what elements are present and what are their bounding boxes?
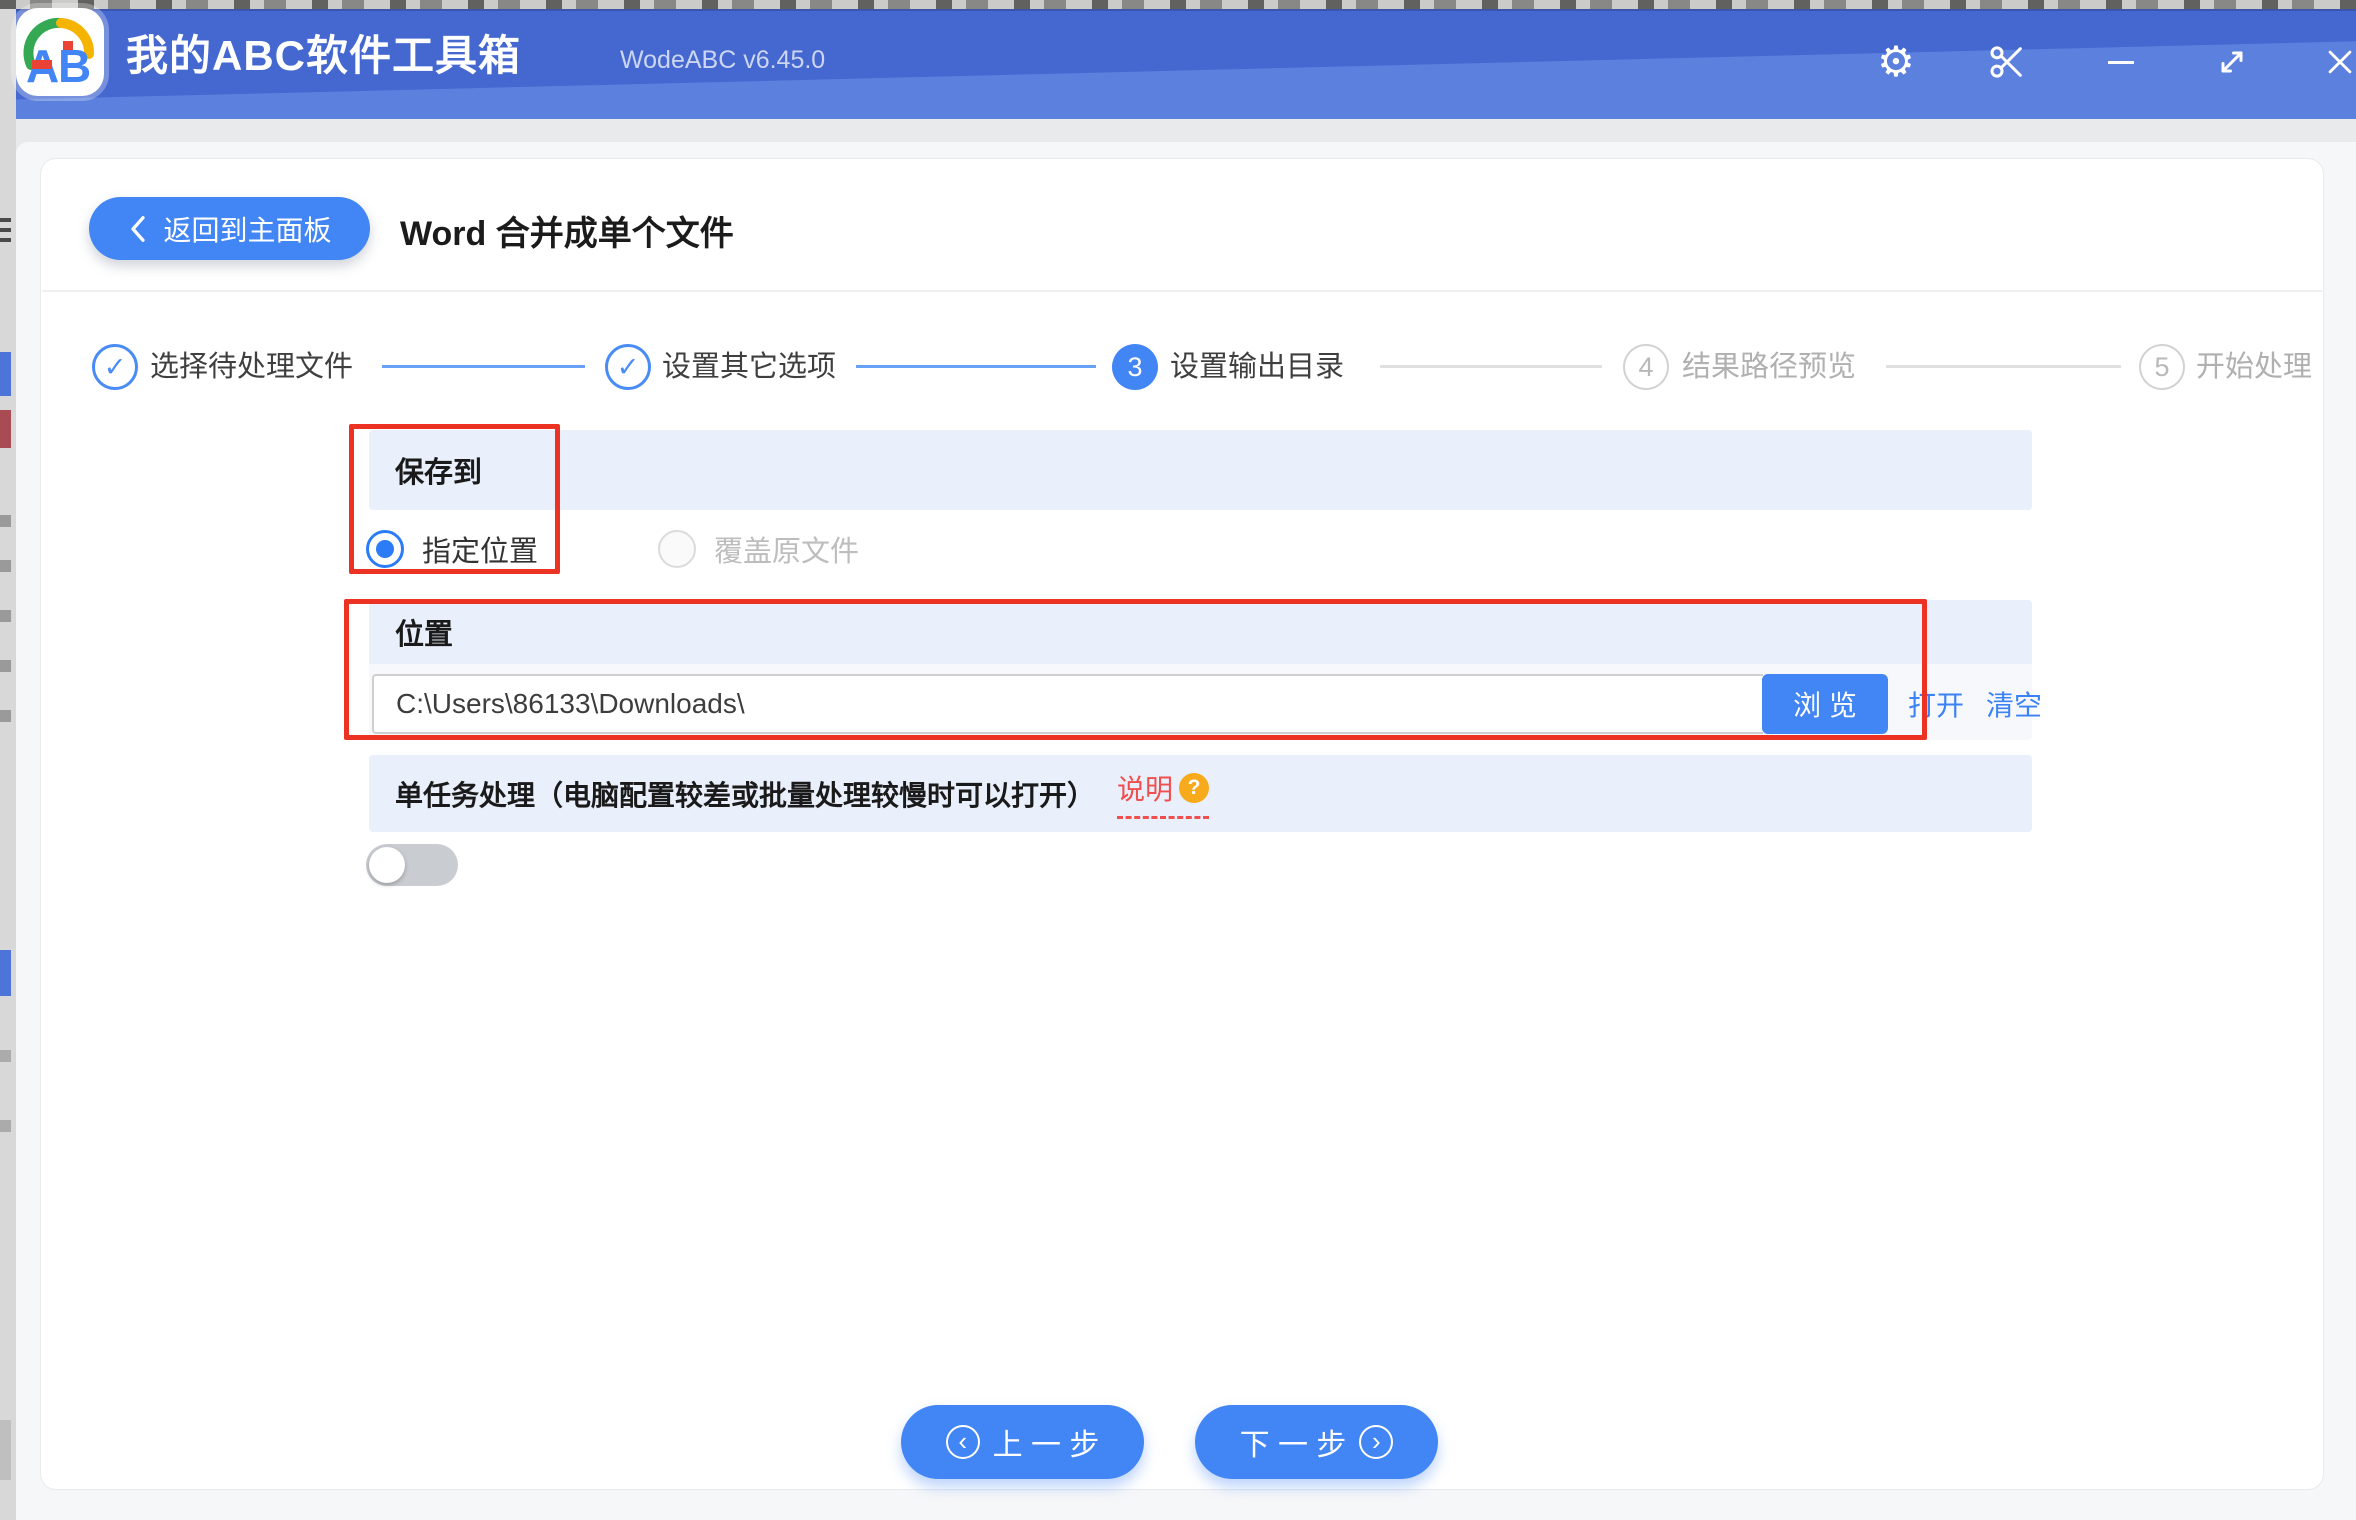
background-window-top-strip <box>0 0 2356 9</box>
app-logo: A B <box>16 8 104 96</box>
help-link-group[interactable]: 说明 ? <box>1117 768 1209 819</box>
settings-gear-icon[interactable]: ⚙ <box>1874 40 1918 84</box>
save-to-section-header: 保存到 <box>369 430 2032 510</box>
clear-path-link[interactable]: 清空 <box>1986 684 2042 724</box>
background-fragment <box>0 228 11 232</box>
step-4-number: 4 <box>1638 352 1653 383</box>
app-logo-graphic: A B <box>16 8 104 96</box>
step-5-number: 5 <box>2154 352 2169 383</box>
help-question-icon[interactable]: ? <box>1179 773 1209 803</box>
step-connector <box>856 365 1096 368</box>
step-connector <box>382 365 585 368</box>
background-fragment <box>0 710 11 722</box>
chevron-right-circle-icon: › <box>1359 1425 1393 1459</box>
app-version: WodeABC v6.45.0 <box>620 46 825 75</box>
step-1-label: 选择待处理文件 <box>150 344 353 390</box>
step-4-label: 结果路径预览 <box>1682 344 1856 390</box>
close-icon[interactable] <box>2318 40 2356 84</box>
background-window-left-strip <box>0 9 16 1520</box>
app-window: A B 我的ABC软件工具箱 WodeABC v6.45.0 ⚙ <box>0 0 2356 1520</box>
help-link[interactable]: 说明 <box>1117 768 1173 808</box>
step-3-circle: 3 <box>1112 344 1158 390</box>
background-fragment <box>0 560 11 572</box>
step-4-circle: 4 <box>1623 344 1669 390</box>
step-2-label: 设置其它选项 <box>662 344 836 390</box>
next-step-label: 下 一 步 <box>1240 1420 1347 1464</box>
background-fragment <box>0 1050 11 1062</box>
toggle-knob <box>369 847 405 883</box>
step-3-number: 3 <box>1127 352 1142 383</box>
single-task-toggle[interactable] <box>366 844 458 886</box>
next-step-button[interactable]: 下 一 步 › <box>1195 1405 1438 1479</box>
background-fragment <box>0 660 11 672</box>
radio-overwrite-original[interactable] <box>658 530 696 568</box>
single-task-section-header: 单任务处理（电脑配置较差或批量处理较慢时可以打开） 说明 ? <box>369 755 2032 832</box>
previous-step-label: 上 一 步 <box>993 1420 1100 1464</box>
back-to-dashboard-button[interactable]: 返回到主面板 <box>89 197 370 260</box>
single-task-label: 单任务处理（电脑配置较差或批量处理较慢时可以打开） <box>395 774 1095 814</box>
background-fragment <box>0 1120 11 1132</box>
background-fragment <box>0 1420 11 1480</box>
background-fragment <box>0 950 11 996</box>
back-button-label: 返回到主面板 <box>163 209 331 249</box>
radio-overwrite-original-label: 覆盖原文件 <box>714 528 859 570</box>
minimize-icon[interactable] <box>2099 40 2143 84</box>
check-icon: ✓ <box>617 352 640 383</box>
background-fragment <box>0 238 11 242</box>
step-5-circle: 5 <box>2139 344 2185 390</box>
background-fragment <box>0 218 11 222</box>
location-links: 打开 清空 <box>1908 674 2042 734</box>
background-fragment <box>0 410 11 448</box>
background-fragment <box>0 610 11 622</box>
step-1-circle: ✓ <box>92 344 138 390</box>
back-chevron-icon <box>127 214 149 244</box>
background-fragment <box>0 515 11 527</box>
annotation-rectangle-save-to <box>349 424 560 574</box>
check-icon: ✓ <box>104 352 127 383</box>
app-title: 我的ABC软件工具箱 <box>126 22 521 83</box>
background-fragment <box>0 352 11 396</box>
step-2-circle: ✓ <box>605 344 651 390</box>
annotation-rectangle-location <box>344 599 1927 740</box>
step-5-label: 开始处理 <box>2196 344 2312 390</box>
chevron-left-circle-icon: ‹ <box>946 1425 980 1459</box>
step-connector <box>1886 365 2121 368</box>
step-connector <box>1380 365 1602 368</box>
screenshot-scissors-icon[interactable] <box>1985 40 2029 84</box>
svg-text:B: B <box>58 40 91 92</box>
header-divider <box>42 290 2322 292</box>
maximize-resize-icon[interactable] <box>2210 40 2254 84</box>
step-3-label: 设置输出目录 <box>1170 344 1344 390</box>
previous-step-button[interactable]: ‹ 上 一 步 <box>901 1405 1144 1479</box>
page-title: Word 合并成单个文件 <box>400 206 734 255</box>
